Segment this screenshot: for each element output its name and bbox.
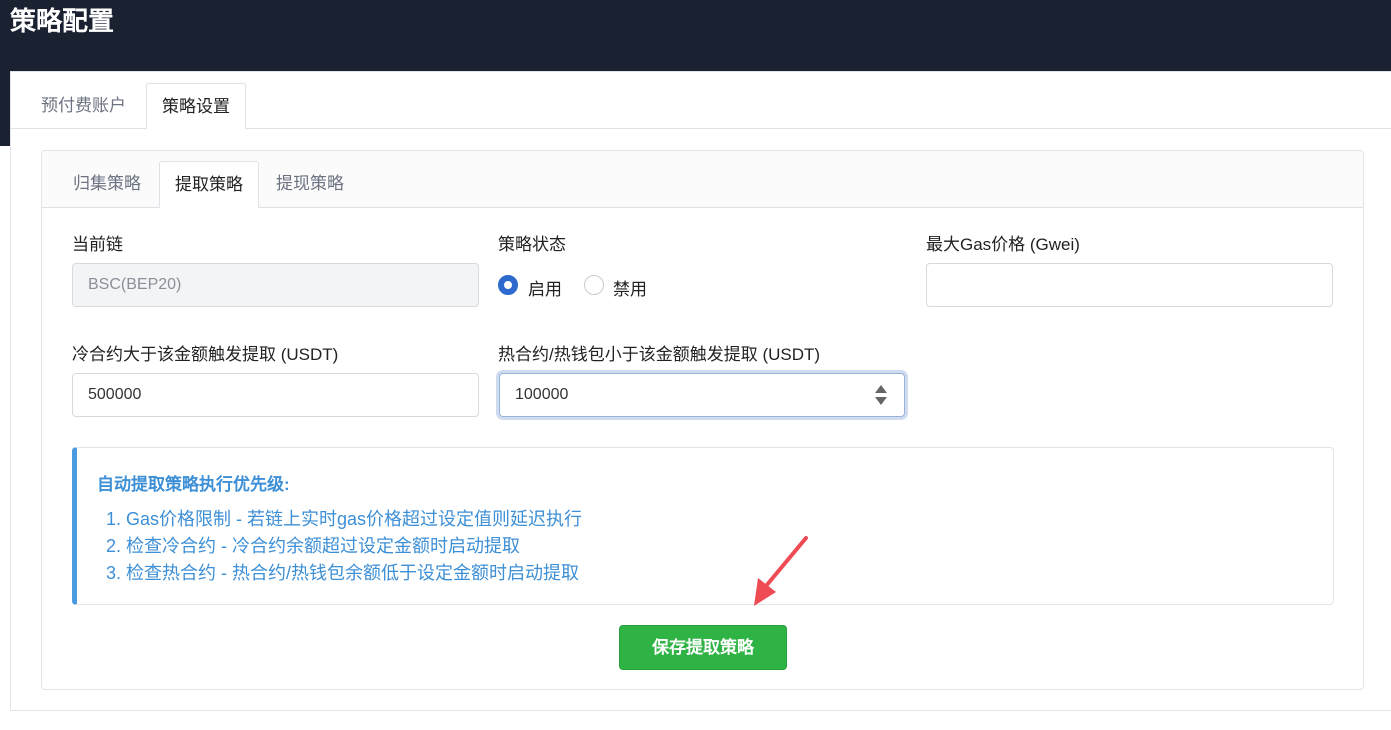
cold-threshold-label: 冷合约大于该金额触发提取 (USDT): [72, 345, 339, 364]
max-gas-price-label: 最大Gas价格 (Gwei): [926, 235, 1080, 254]
tab-withdraw-extract-strategy[interactable]: 提取策略: [159, 161, 259, 208]
status-enabled-radio[interactable]: [498, 275, 518, 295]
page-title: 策略配置: [10, 6, 115, 36]
strategy-settings-panel: 归集策略 提取策略 提现策略 当前链 BSC(BEP20) 策略状态 启用 禁用…: [41, 150, 1364, 690]
annotation-arrow-icon: [754, 536, 808, 606]
status-disabled-radio[interactable]: [584, 275, 604, 295]
strategy-config-card: 预付费账户 策略设置 归集策略 提取策略 提现策略 当前链 BSC(BEP20)…: [10, 71, 1391, 711]
tab-prepaid-account[interactable]: 预付费账户: [26, 83, 141, 130]
alert-item: 3. 检查热合约 - 热合约/热钱包余额低于设定金额时启动提取: [106, 563, 580, 583]
alert-title: 自动提取策略执行优先级:: [97, 475, 290, 494]
status-disabled-label[interactable]: 禁用: [613, 275, 647, 300]
outer-tab-bar: 预付费账户 策略设置: [11, 72, 1391, 130]
tab-cashout-strategy[interactable]: 提现策略: [261, 161, 359, 208]
strategy-status-radio-group: 启用 禁用: [498, 273, 698, 299]
strategy-status-label: 策略状态: [498, 235, 566, 254]
priority-info-alert: 自动提取策略执行优先级: 1. Gas价格限制 - 若链上实时gas价格超过设定…: [72, 447, 1334, 605]
stepper-up-icon[interactable]: [875, 385, 887, 393]
hot-threshold-label: 热合约/热钱包小于该金额触发提取 (USDT): [498, 345, 821, 364]
save-extract-strategy-button[interactable]: 保存提取策略: [619, 625, 787, 670]
max-gas-price-input[interactable]: [926, 263, 1333, 307]
current-chain-label: 当前链: [72, 235, 123, 254]
alert-item: 1. Gas价格限制 - 若链上实时gas价格超过设定值则延迟执行: [106, 509, 583, 529]
stepper-down-icon[interactable]: [875, 397, 887, 405]
tab-strategy-settings[interactable]: 策略设置: [146, 83, 246, 130]
current-chain-field: BSC(BEP20): [72, 263, 479, 307]
number-stepper[interactable]: [874, 382, 888, 408]
cold-threshold-input[interactable]: 500000: [72, 373, 479, 417]
status-enabled-label[interactable]: 启用: [528, 275, 562, 300]
hot-threshold-input[interactable]: 100000: [499, 373, 905, 417]
tab-collection-strategy[interactable]: 归集策略: [58, 161, 156, 208]
alert-item: 2. 检查冷合约 - 冷合约余额超过设定金额时启动提取: [106, 536, 521, 556]
inner-tab-bar: 归集策略 提取策略 提现策略: [42, 151, 1363, 208]
hot-threshold-value: 100000: [515, 386, 569, 403]
